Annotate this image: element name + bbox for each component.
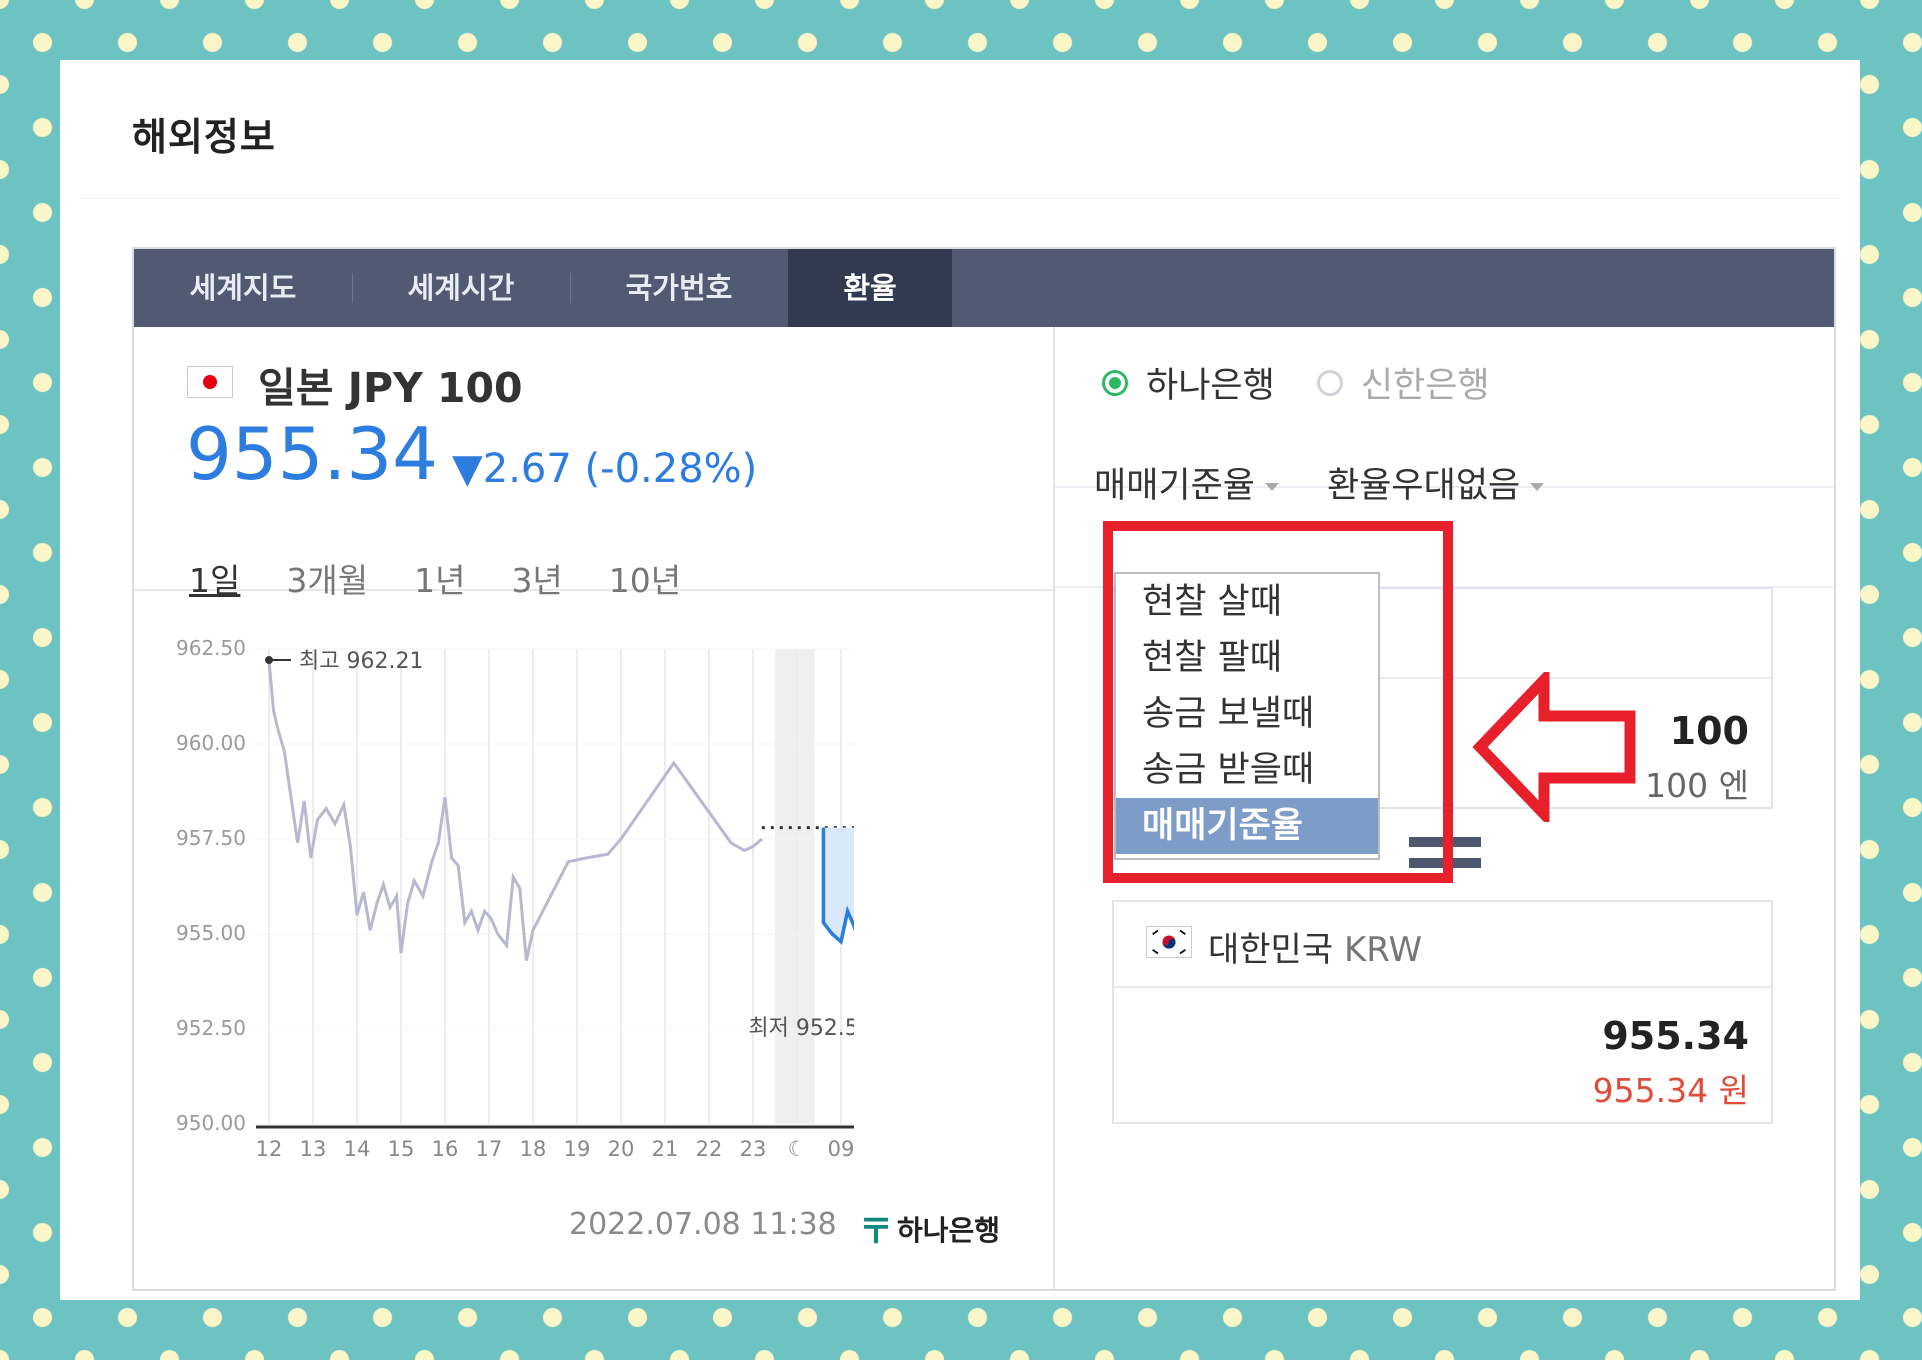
tab-world-map[interactable]: 세계지도 <box>134 249 352 327</box>
x-tick-label: 18 <box>520 1137 547 1161</box>
left-arrow-icon <box>1472 672 1636 822</box>
y-tick-label: 952.50 <box>176 1016 246 1040</box>
night-band <box>775 649 815 1124</box>
period-3-years[interactable]: 3년 <box>511 554 562 602</box>
y-tick-label: 955.00 <box>176 921 246 945</box>
x-tick-label: 17 <box>476 1137 503 1161</box>
y-tick-label: 950.00 <box>176 1111 246 1135</box>
jp-flag-icon <box>187 366 233 398</box>
foreign-info-card: 해외정보 세계지도 세계시간 국가번호 환율 일본 JPY 100 955.34… <box>60 60 1860 1300</box>
x-tick-label: ☾ <box>788 1137 807 1161</box>
min-label: 최저 952.55 <box>748 1016 854 1041</box>
y-tick-label: 957.50 <box>176 826 246 850</box>
down-triangle-icon: ▼ <box>452 446 483 492</box>
from-amount-input[interactable]: 100 <box>1670 709 1749 753</box>
highlight-box <box>1103 521 1453 883</box>
period-1-day[interactable]: 1일 <box>189 554 240 602</box>
x-tick-label: 16 <box>432 1137 459 1161</box>
x-tick-label: 13 <box>300 1137 327 1161</box>
x-tick-label: 15 <box>388 1137 415 1161</box>
x-tick-label: 09 <box>828 1137 854 1161</box>
select-row: 매매기준율 환율우대없음 <box>1094 457 1545 508</box>
chevron-down-icon <box>1265 483 1280 491</box>
rate-change-value: 2.67 (-0.28%) <box>482 446 758 492</box>
radio-hana-bank[interactable] <box>1102 369 1128 396</box>
x-tick-label: 20 <box>608 1137 635 1161</box>
to-amount-box: 대한민국 KRW 955.34 955.34 원 <box>1112 900 1773 1124</box>
to-amount-unit: 955.34 원 <box>1592 1071 1749 1110</box>
rate-change: ▼2.67 (-0.28%) <box>452 446 757 492</box>
chart-timestamp: 2022.07.08 11:38 <box>569 1207 837 1242</box>
x-tick-label: 22 <box>696 1137 723 1161</box>
from-amount-unit: 100 엔 <box>1645 766 1749 805</box>
x-tick-label: 19 <box>564 1137 591 1161</box>
x-tick-label: 23 <box>740 1137 767 1161</box>
period-1-year[interactable]: 1년 <box>414 554 465 602</box>
x-tick-label: 21 <box>652 1137 679 1161</box>
radio-label-shinhan[interactable]: 신한은행 <box>1361 357 1490 408</box>
title-divider <box>80 198 1840 199</box>
period-10-years[interactable]: 10년 <box>609 554 681 602</box>
to-currency-name: 대한민국 KRW <box>1208 922 1422 971</box>
card-title: 해외정보 <box>132 115 276 159</box>
chevron-down-icon <box>1530 483 1545 491</box>
period-3-months[interactable]: 3개월 <box>286 554 368 602</box>
bank-selector: 하나은행 신한은행 <box>1102 357 1490 408</box>
exchange-rate-value: 955.34 <box>186 412 438 496</box>
tab-bar: 세계지도 세계시간 국가번호 환율 <box>134 249 1834 327</box>
hana-bank-icon: 〒 <box>859 1212 893 1252</box>
kr-flag-icon <box>1146 926 1192 958</box>
y-tick-label: 960.00 <box>176 731 246 755</box>
series-line-previous <box>267 660 763 961</box>
preference-select[interactable]: 환율우대없음 <box>1327 457 1545 508</box>
tab-country-code[interactable]: 국가번호 <box>570 249 788 327</box>
tab-world-time[interactable]: 세계시간 <box>352 249 570 327</box>
rate-chart: 962.50 960.00 957.50 955.00 952.50 950.00 12 13… <box>176 636 854 1161</box>
max-marker-dot <box>265 656 273 665</box>
max-label: 최고 962.21 <box>299 649 423 674</box>
to-amount-value: 955.34 <box>1602 1014 1749 1058</box>
tab-exchange-rate[interactable]: 환율 <box>788 249 952 327</box>
panel-divider <box>1053 327 1055 1289</box>
to-box-divider <box>1114 986 1771 988</box>
hana-bank-logo-text: 하나은행 <box>897 1213 1001 1247</box>
preference-value: 환율우대없음 <box>1327 466 1521 506</box>
y-tick-label: 962.50 <box>176 636 246 660</box>
to-currency-code: KRW <box>1343 930 1423 970</box>
x-tick-label: 14 <box>344 1137 371 1161</box>
period-tabs: 1일 3개월 1년 3년 10년 <box>189 554 681 602</box>
rate-type-select[interactable]: 매매기준율 <box>1094 457 1280 508</box>
currency-name: 일본 JPY 100 <box>258 364 523 412</box>
radio-label-hana[interactable]: 하나은행 <box>1146 357 1275 408</box>
x-tick-label: 12 <box>256 1137 283 1161</box>
hana-bank-logo: 〒 하나은행 <box>859 1204 1000 1253</box>
radio-shinhan-bank[interactable] <box>1316 369 1343 396</box>
to-country: 대한민국 <box>1208 930 1334 970</box>
rate-type-value: 매매기준율 <box>1094 466 1256 506</box>
